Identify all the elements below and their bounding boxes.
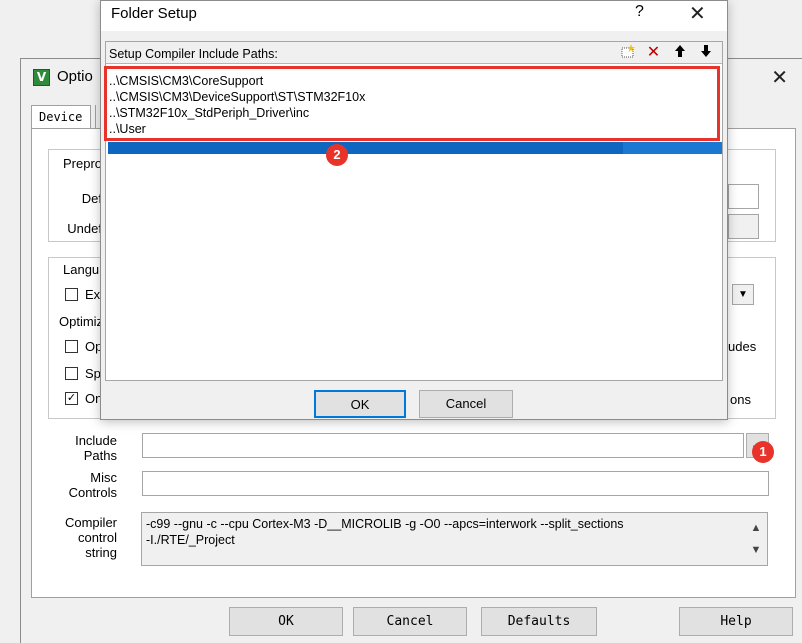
right-option-text-2: ons (730, 392, 751, 407)
selected-row-edit-field[interactable] (108, 142, 623, 154)
defaults-button[interactable]: Defaults (481, 607, 597, 636)
include-paths-label: Include Paths (62, 433, 117, 463)
delete-icon[interactable]: ✕ (644, 44, 663, 62)
optimize-checkbox[interactable] (65, 340, 78, 353)
folder-setup-titlebar: Folder Setup ? ✕ (101, 1, 727, 31)
language-group-title: Langu (61, 262, 102, 277)
annotation-badge-1: 1 (752, 441, 774, 463)
tab-device[interactable]: Device (31, 105, 91, 129)
misc-controls-label-line1: Misc (90, 470, 117, 485)
compiler-control-label: Compiler control string (62, 515, 117, 560)
compiler-string-line-2: -I./RTE/_Project (146, 533, 235, 547)
scroll-up-icon[interactable]: ▲ (749, 517, 763, 539)
split-checkbox[interactable] (65, 367, 78, 380)
compiler-scrollbar[interactable]: ▲ ▼ (749, 517, 763, 561)
dropdown-arrow-icon[interactable]: ▼ (732, 284, 754, 305)
move-up-icon[interactable] (670, 44, 689, 62)
list-item-new-selected[interactable] (108, 142, 722, 154)
include-paths-header-label: Setup Compiler Include Paths: (109, 47, 278, 61)
include-paths-label-line2: Paths (83, 448, 117, 463)
compiler-control-label-line1: Compiler (64, 515, 117, 530)
folder-setup-title: Folder Setup (111, 5, 197, 22)
undefine-input[interactable] (728, 214, 759, 239)
options-window-title: Optio (57, 68, 93, 85)
right-option-text-1: udes (728, 339, 757, 354)
compiler-string-line-1: -c99 --gnu -c --cpu Cortex-M3 -D__MICROL… (146, 517, 624, 531)
folder-setup-cancel-button[interactable]: Cancel (419, 390, 513, 418)
cancel-button[interactable]: Cancel (353, 607, 467, 636)
annotation-badge-2: 2 (326, 144, 348, 166)
include-paths-label-line1: Include (75, 433, 117, 448)
help-icon[interactable]: ? (635, 3, 644, 21)
new-folder-icon[interactable] (618, 44, 637, 62)
help-button[interactable]: Help (679, 607, 793, 636)
compiler-control-label-line3: string (85, 545, 117, 560)
misc-controls-label: Misc Controls (62, 470, 117, 500)
preprocessor-group-title: Prepro (61, 156, 105, 171)
compiler-control-string[interactable]: -c99 --gnu -c --cpu Cortex-M3 -D__MICROL… (141, 512, 768, 566)
misc-controls-label-line2: Controls (68, 485, 117, 500)
optimization-label: Optimiz (59, 314, 104, 329)
tab-next-edge[interactable] (95, 105, 99, 129)
compiler-control-label-line2: control (77, 530, 117, 545)
move-down-icon[interactable] (696, 44, 715, 62)
define-label: Def (81, 191, 102, 206)
include-paths-list-header: Setup Compiler Include Paths: ✕ (106, 42, 722, 64)
undefine-label: Undef (67, 221, 102, 236)
one-elf-checkbox[interactable]: ✓ (65, 392, 78, 405)
folder-setup-dialog: Folder Setup ? ✕ Setup Compiler Include … (100, 0, 728, 420)
options-close-icon[interactable]: ✕ (771, 65, 788, 90)
ok-button[interactable]: OK (229, 607, 343, 636)
define-input[interactable] (728, 184, 759, 209)
scroll-down-icon[interactable]: ▼ (749, 539, 763, 561)
keil-app-icon: V (33, 69, 50, 86)
folder-setup-ok-button[interactable]: OK (314, 390, 406, 418)
close-icon[interactable]: ✕ (689, 1, 706, 26)
misc-controls-input[interactable] (142, 471, 769, 496)
execute-only-checkbox[interactable] (65, 288, 78, 301)
paths-highlight-box (104, 66, 720, 141)
include-paths-input[interactable] (142, 433, 744, 458)
